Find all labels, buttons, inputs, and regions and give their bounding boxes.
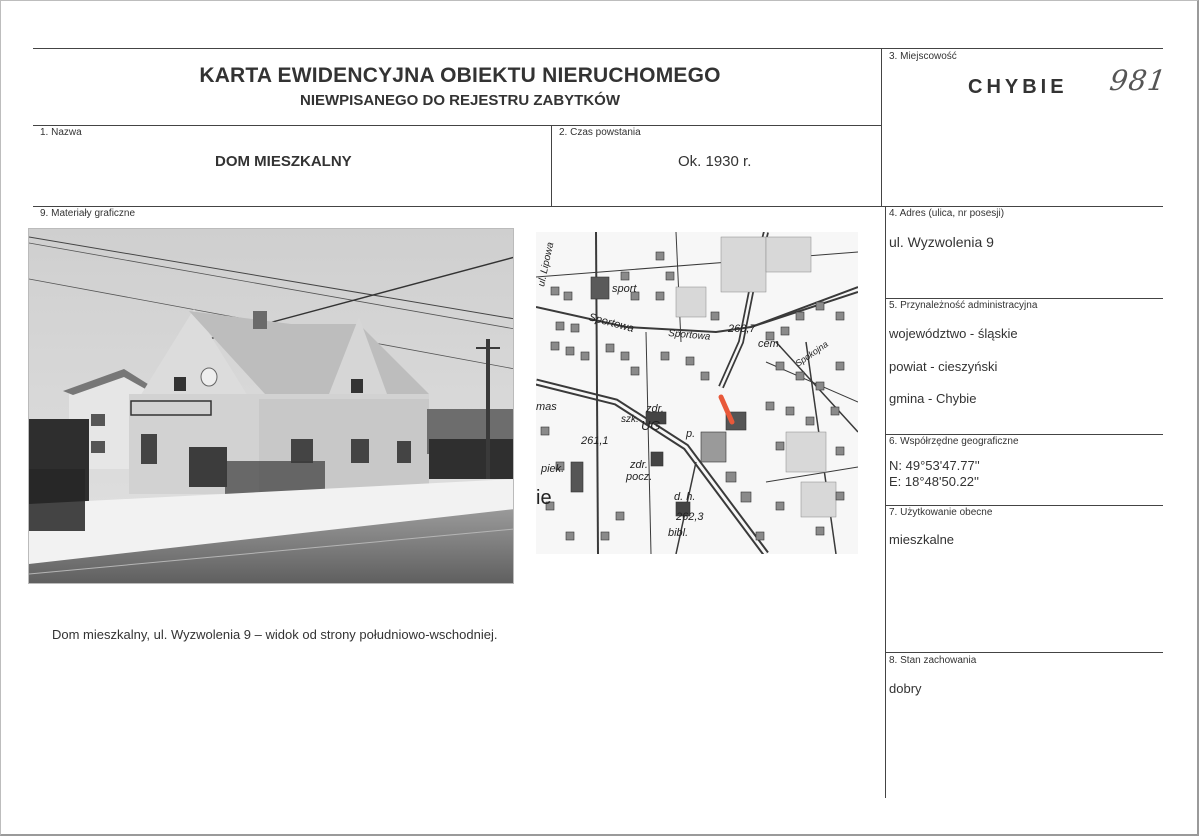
name-date-divider [551,125,552,206]
map-label-pocz: pocz. [625,471,652,483]
map-label-mas: mas [536,401,557,413]
map-label-elev-2: 261,1 [580,435,609,447]
map-label-p: p. [685,428,695,440]
column-divider-bottom [885,206,886,798]
condition: dobry [889,681,922,696]
map-label-ug: UG [641,418,661,433]
rule-under-name [33,206,1163,207]
rule-4-5 [885,298,1163,299]
voivodeship: województwo - śląskie [889,326,1018,341]
current-use: mieszkalne [889,532,955,547]
map-label-sportowa-2: Sportowa [668,328,711,343]
map-label-piek: piek. [540,463,564,475]
rule-5-6 [885,434,1163,435]
longitude: E: 18°48'50.22'' [889,474,979,489]
photo-caption: Dom mieszkalny, ul. Wyzwolenia 9 – widok… [52,627,498,642]
map-label-zdr: zdr. [645,403,664,415]
field-1-label: 1. Nazwa [40,127,82,138]
field-8-label: 8. Stan zachowania [889,655,977,666]
map-label-elev-1: 260,7 [727,323,756,335]
map-label-bibl: bibl. [668,527,688,539]
field-5-label: 5. Przynależność administracyjna [889,300,1038,311]
address-value: ul. Wyzwolenia 9 [889,234,994,250]
handwritten-number: 981 [1107,64,1169,97]
map-label-sportowa: Sportowa [587,311,635,335]
document-subtitle: NIEWPISANEGO DO REJESTRU ZABYTKÓW [299,92,621,109]
field-9-label: 9. Materiały graficzne [40,208,136,219]
map-label-ie: ie [536,487,552,509]
house-photo [28,228,514,584]
commune: gmina - Chybie [889,391,977,406]
field-2-label: 2. Czas powstania [559,127,641,138]
map-label-sport: sport [612,283,637,295]
map-label-zdr-2: zdr. [629,459,648,471]
map-label-elev-3: 262,3 [675,511,704,523]
map-label-cem: cem. [758,338,782,350]
location-map: ul. Lipowa sport Sportowa Sportowa 260,7… [536,232,858,554]
latitude: N: 49°53'47.77'' [889,458,980,473]
field-3-label: 3. Miejscowość [889,51,957,62]
town-name: CHYBIE [968,76,1068,98]
map-label-spokojna: Spokojna [793,339,829,369]
map-label-dh: d. h. [674,491,695,503]
county: powiat - cieszyński [889,359,998,374]
map-label-lipowa: ul. Lipowa [536,241,556,288]
rule-6-7 [885,505,1163,506]
column-divider-top [881,48,882,206]
field-4-label: 4. Adres (ulica, nr posesji) [889,208,1005,219]
field-6-label: 6. Współrzędne geograficzne [889,436,1019,447]
document-title: KARTA EWIDENCYJNA OBIEKTU NIERUCHOMEGO [199,64,721,87]
object-name: DOM MIESZKALNY [215,153,352,170]
rule-7-8 [885,652,1163,653]
map-label-szk: szk. [621,414,639,425]
top-rule [33,48,1163,49]
field-7-label: 7. Użytkowanie obecne [889,507,993,518]
construction-date: Ok. 1930 r. [678,153,752,170]
rule-under-title [33,125,881,126]
